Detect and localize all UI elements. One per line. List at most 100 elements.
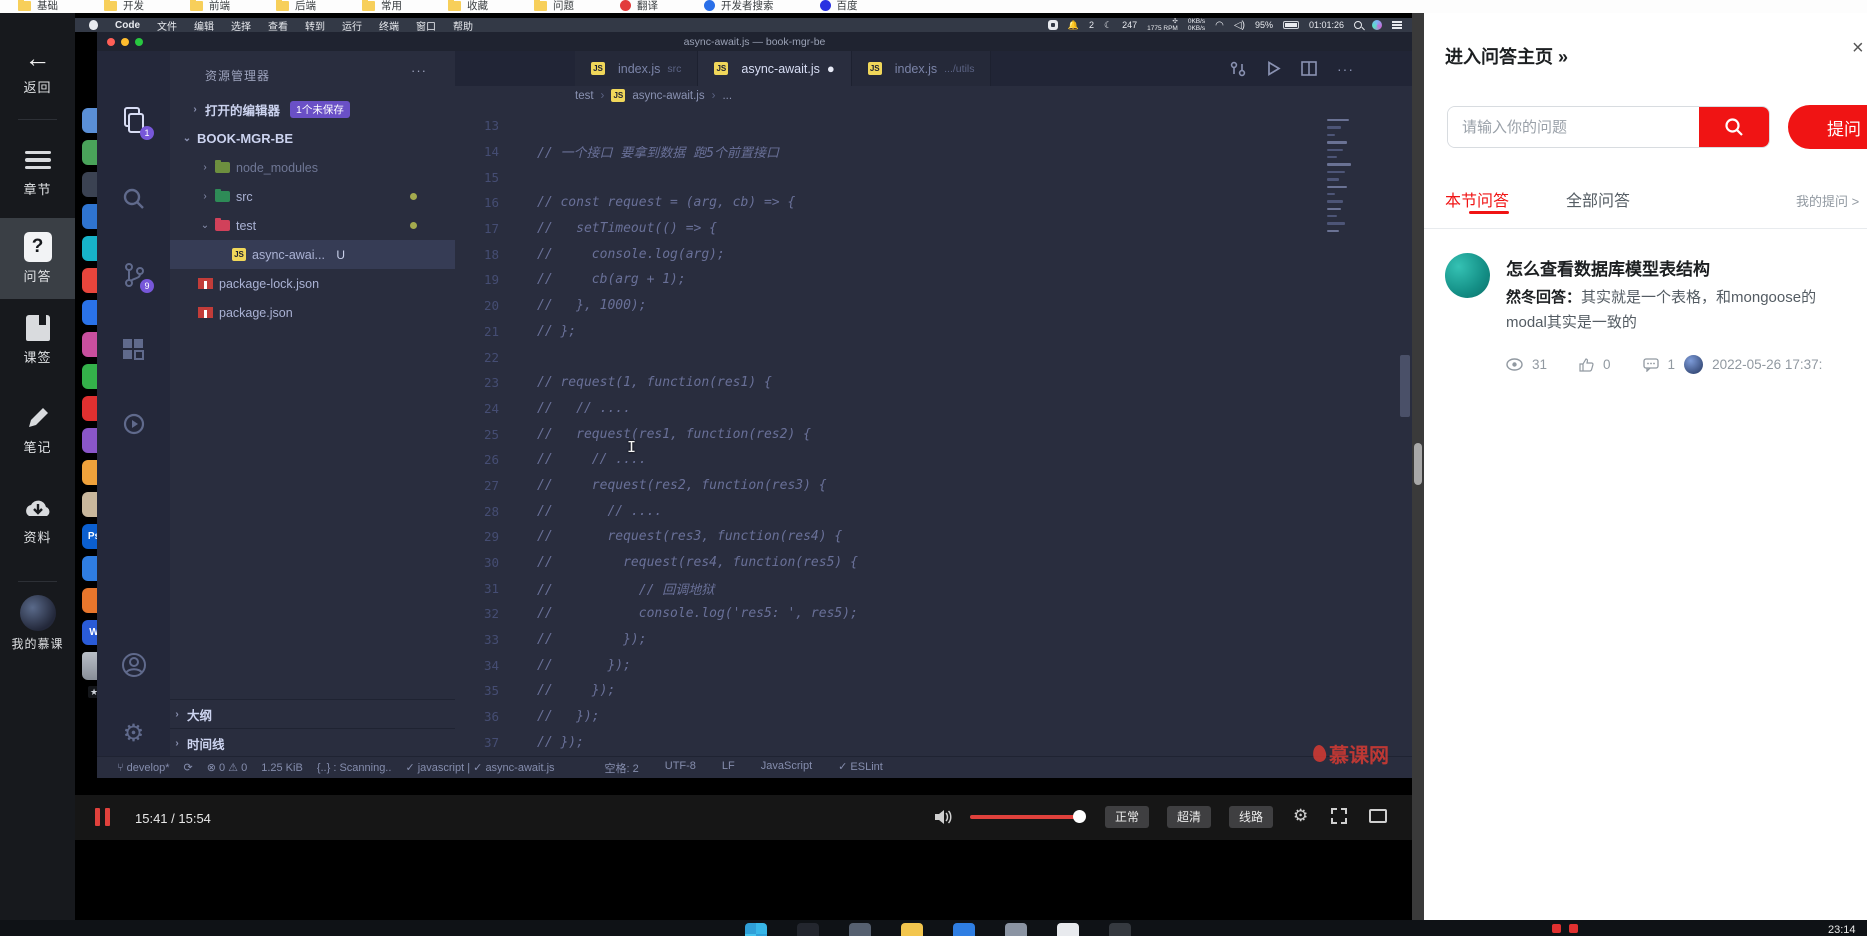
bookmark-item[interactable]: 收藏 <box>448 0 488 13</box>
quality-button-正常[interactable]: 正常 <box>1105 806 1149 828</box>
bookmark-item[interactable]: 基础 <box>18 0 58 13</box>
editor-tab-index.js[interactable]: JS index.js .../utils <box>851 51 992 86</box>
run-debug-icon[interactable] <box>97 411 170 437</box>
taskbar-app-icon[interactable] <box>901 923 923 936</box>
likes-icon[interactable] <box>1579 357 1594 372</box>
volume-icon[interactable] <box>933 807 953 827</box>
player-settings-icon[interactable]: ⚙ <box>1293 806 1308 826</box>
bookmark-item[interactable]: 常用 <box>362 0 402 13</box>
site-icon <box>819 0 831 11</box>
breadcrumb[interactable]: test › JS async-await.js › ... <box>575 89 732 102</box>
mac-menu-Code[interactable]: Code <box>115 20 140 31</box>
taskbar-app-icon[interactable] <box>953 923 975 936</box>
source-control-icon[interactable]: 9 <box>97 261 170 293</box>
tree-item-package-json[interactable]: package.json <box>170 298 455 327</box>
mac-menu-查看[interactable]: 查看 <box>268 18 288 33</box>
question-avatar[interactable] <box>1445 253 1490 298</box>
tree-item-package-lock-json[interactable]: package-lock.json <box>170 269 455 298</box>
qa-search-input[interactable] <box>1448 107 1699 147</box>
editor-scrollbar-thumb[interactable] <box>1400 355 1410 417</box>
video-player[interactable]: Code 文件 编辑 选择 查看 转到 运行 终端 窗口 帮助 🔔 2 ☾ 247 ✣ 1775 RPM… <box>75 13 1412 920</box>
bookmark-item[interactable]: 翻译 <box>620 0 658 13</box>
eol-indicator[interactable]: LF <box>722 760 735 776</box>
split-editor-icon[interactable] <box>1301 61 1317 76</box>
tree-item-test[interactable]: ⌄ test <box>170 211 455 240</box>
mac-menu-转到[interactable]: 转到 <box>305 18 325 33</box>
sidebar-item-notes[interactable]: 笔记 <box>0 403 75 456</box>
editor-tab-index.js[interactable]: JS index.js src <box>575 51 699 86</box>
lang-status[interactable]: ✓ javascript | ✓ async-await.js <box>405 761 554 774</box>
ask-question-button[interactable]: 提问 <box>1788 105 1867 149</box>
taskbar-app-icon[interactable] <box>1109 923 1131 936</box>
quality-button-线路[interactable]: 线路 <box>1229 806 1273 828</box>
taskbar-app-icon[interactable] <box>1005 923 1027 936</box>
explorer-icon[interactable]: 1 <box>97 106 170 140</box>
theater-mode-icon[interactable] <box>1369 809 1387 823</box>
tab-section-qa[interactable]: 本节问答 <box>1445 187 1509 211</box>
quality-button-超清[interactable]: 超清 <box>1167 806 1211 828</box>
outline-section[interactable]: › 大纲 <box>170 699 455 728</box>
branch-indicator[interactable]: ⑂ develop* <box>117 762 169 774</box>
mac-menu-运行[interactable]: 运行 <box>342 18 362 33</box>
editor-tab-async-await.js[interactable]: JS async-await.js ● <box>698 51 852 86</box>
sync-icon[interactable]: ⟳ <box>183 761 192 774</box>
mac-menu-终端[interactable]: 终端 <box>379 18 399 33</box>
bookmark-item[interactable]: 后端 <box>276 0 316 13</box>
my-questions-link[interactable]: 我的提问 > <box>1796 191 1859 210</box>
sidebar-item-materials[interactable]: 资料 <box>0 493 75 546</box>
comments-icon[interactable] <box>1642 357 1659 372</box>
tab-all-qa[interactable]: 全部问答 <box>1566 187 1630 211</box>
mac-menu-窗口[interactable]: 窗口 <box>416 18 436 33</box>
timeline-section[interactable]: › 时间线 <box>170 728 455 757</box>
mac-menu-文件[interactable]: 文件 <box>157 18 177 33</box>
mac-menu-编辑[interactable]: 编辑 <box>194 18 214 33</box>
search-icon[interactable] <box>97 186 170 212</box>
indent-indicator[interactable]: 空格: 2 <box>605 760 639 776</box>
taskbar-app-icon[interactable] <box>1057 923 1079 936</box>
extensions-icon[interactable] <box>97 337 170 362</box>
tree-item-node-modules[interactable]: › node_modules <box>170 153 455 182</box>
pause-button[interactable] <box>95 808 110 826</box>
run-file-icon[interactable] <box>1266 61 1281 76</box>
bookmark-item[interactable]: 问题 <box>534 0 574 13</box>
tray-icons[interactable] <box>1552 924 1578 933</box>
tree-item-async-awai---[interactable]: JS async-awai... U <box>170 240 455 269</box>
mac-menu-帮助[interactable]: 帮助 <box>453 18 473 33</box>
volume-slider[interactable] <box>970 815 1082 819</box>
tree-item-src[interactable]: › src <box>170 182 455 211</box>
qa-home-link[interactable]: 进入问答主页 » <box>1445 43 1568 69</box>
account-icon[interactable] <box>97 651 170 679</box>
fullscreen-icon[interactable] <box>1331 808 1347 824</box>
page-scrollbar[interactable] <box>1412 13 1424 920</box>
compare-changes-icon[interactable] <box>1230 61 1246 77</box>
tree-open-editors[interactable]: › 打开的编辑器 1个未保存 <box>170 95 455 124</box>
eslint-status[interactable]: ✓ ESLint <box>838 760 883 776</box>
profile-button[interactable]: 我的慕课 <box>0 595 75 652</box>
volume-knob[interactable] <box>1073 810 1086 823</box>
windows-start-icon[interactable] <box>745 923 767 936</box>
encoding-indicator[interactable]: UTF-8 <box>665 760 696 776</box>
bookmark-item[interactable]: 百度 <box>819 0 858 13</box>
taskbar-app-icon[interactable] <box>849 923 871 936</box>
bookmark-item[interactable]: 前端 <box>190 0 230 13</box>
bookmark-item[interactable]: 开发 <box>104 0 144 13</box>
more-actions-icon[interactable]: ··· <box>1337 61 1354 77</box>
tree-project-root[interactable]: ⌄ BOOK-MGR-BE <box>170 124 455 153</box>
taskbar-app-icon[interactable] <box>797 923 819 936</box>
settings-gear-icon[interactable]: ⚙ <box>97 719 170 748</box>
back-button[interactable]: ← 返回 <box>0 43 75 96</box>
code-editor[interactable]: 13 14 // 一个接口 要拿到数据 跑5个前置接口 15 16 // const re… <box>455 113 1325 758</box>
sidebar-item-qa[interactable]: ? 问答 <box>0 218 75 299</box>
close-icon[interactable]: × <box>1852 37 1864 60</box>
mac-menu-选择[interactable]: 选择 <box>231 18 251 33</box>
more-actions-icon[interactable]: ··· <box>411 63 427 78</box>
question-title[interactable]: 怎么查看数据库模型表结构 <box>1506 255 1710 280</box>
sidebar-item-chapters[interactable]: 章节 <box>0 145 75 198</box>
minimap[interactable] <box>1327 119 1365 237</box>
page-scrollbar-thumb[interactable] <box>1414 443 1422 485</box>
qa-search-button[interactable] <box>1699 107 1769 147</box>
language-mode[interactable]: JavaScript <box>761 760 812 776</box>
bookmark-item[interactable]: 开发者搜索 <box>704 0 774 13</box>
problems-indicator[interactable]: ⊗ 0 ⚠ 0 <box>207 761 248 774</box>
sidebar-item-tags[interactable]: 课签 <box>0 313 75 366</box>
